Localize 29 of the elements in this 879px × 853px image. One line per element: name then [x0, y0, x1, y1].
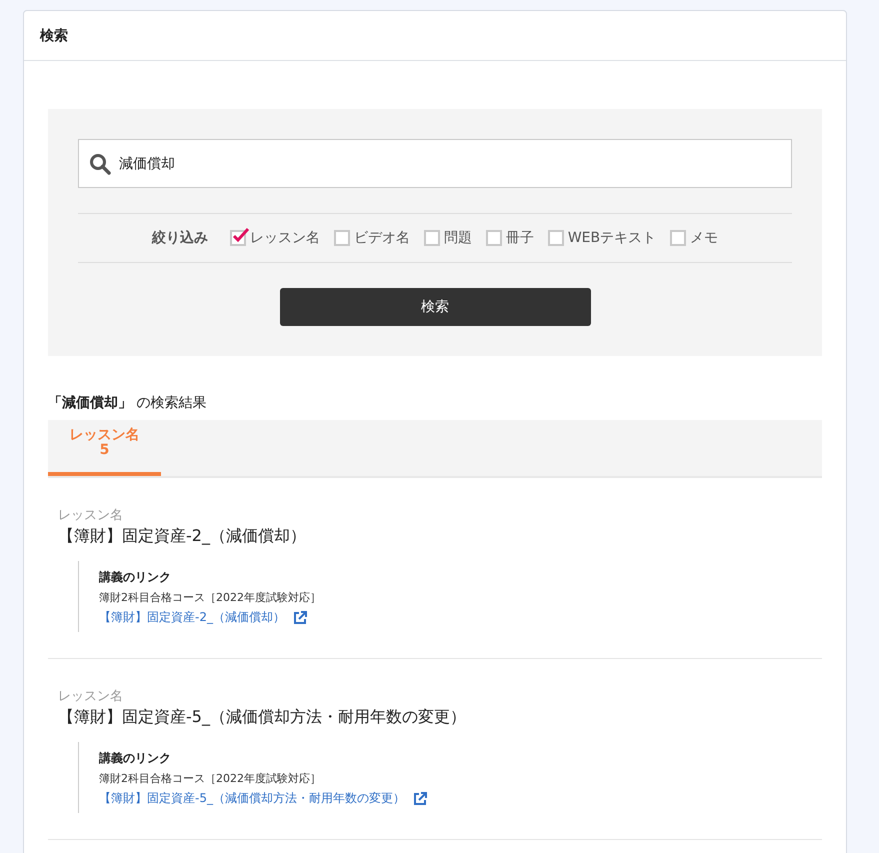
result-title: 【簿財】固定資産-5_（減価償却方法・耐用年数の変更） — [58, 707, 467, 728]
link-heading: 講義のリンク — [99, 750, 172, 767]
filter-option[interactable]: WEBテキスト — [548, 229, 656, 247]
filter-option[interactable]: 問題 — [424, 229, 472, 247]
result-title: 【簿財】固定資産-2_（減価償却） — [58, 526, 307, 547]
checkbox[interactable] — [486, 230, 502, 246]
external-link-icon — [292, 610, 307, 624]
result-category: レッスン名 — [58, 507, 124, 524]
filter-label: 絞り込み — [152, 229, 208, 247]
search-button[interactable]: 検索 — [280, 288, 590, 326]
course-name: 簿財2科目合格コース［2022年度試験対応］ — [99, 771, 322, 786]
filter-option[interactable]: メモ — [670, 229, 718, 247]
link-heading: 講義のリンク — [99, 569, 172, 586]
checkbox[interactable] — [424, 230, 440, 246]
results-heading: 「減価償却」 の検索結果 — [48, 394, 208, 412]
filter-option[interactable]: ビデオ名 — [334, 229, 410, 247]
lecture-link[interactable]: 【簿財】固定資産-2_（減価償却） — [99, 609, 812, 626]
lecture-link[interactable]: 【簿財】固定資産-5_（減価償却方法・耐用年数の変更） — [99, 790, 812, 807]
checkbox[interactable] — [334, 230, 350, 246]
external-link-icon — [412, 792, 427, 806]
search-field[interactable]: 減価償却 — [78, 139, 792, 188]
course-name: 簿財2科目合格コース［2022年度試験対応］ — [99, 590, 322, 605]
checkbox[interactable] — [670, 230, 686, 246]
filter-option[interactable]: 冊子 — [486, 229, 534, 247]
search-icon — [89, 152, 111, 174]
card-title: 検索 — [40, 26, 68, 44]
result-category: レッスン名 — [58, 688, 124, 705]
checkbox[interactable] — [548, 230, 564, 246]
filter-option[interactable]: レッスン名 — [230, 229, 320, 247]
